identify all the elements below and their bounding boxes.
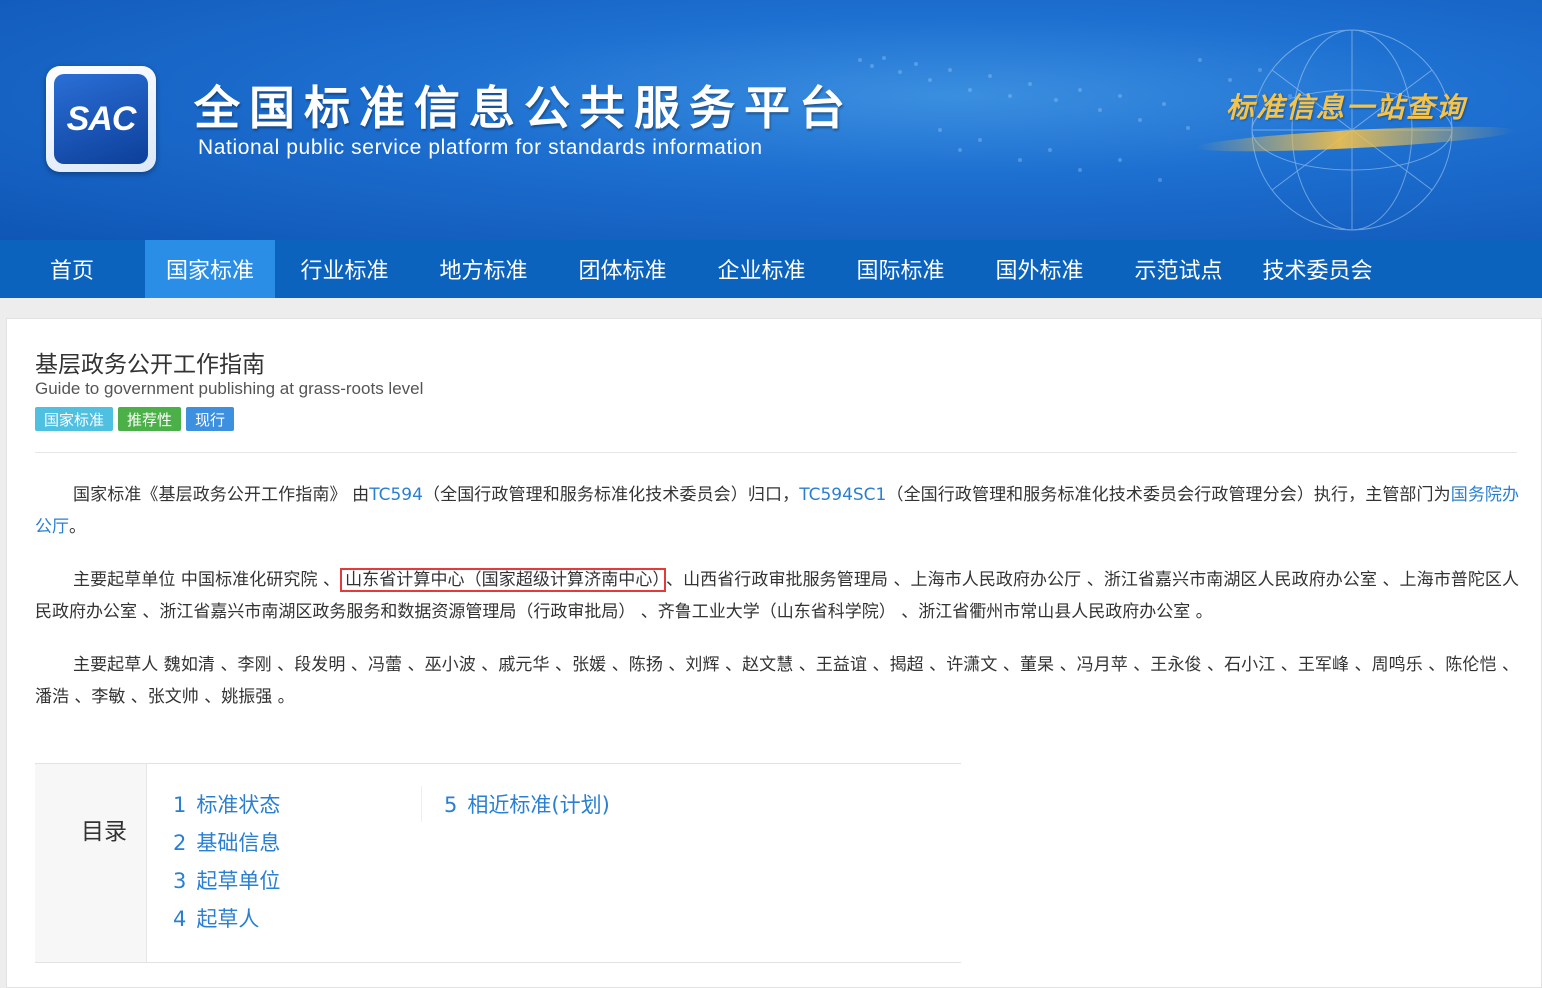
toc-item-label: 起草单位 <box>196 869 281 893</box>
nav-item-international-standards[interactable]: 国际标准 <box>831 240 970 298</box>
governance-text-2: （全国行政管理和服务标准化技术委员会）归口， <box>422 485 800 505</box>
link-tc594[interactable]: TC594 <box>369 485 423 505</box>
tag-recommended: 推荐性 <box>118 407 182 431</box>
standard-title: 基层政务公开工作指南 <box>35 352 265 378</box>
site-title: 全国标准信息公共服务平台 <box>194 81 854 135</box>
toc-item-label: 起草人 <box>196 907 260 931</box>
tag-current: 现行 <box>186 407 235 431</box>
toc-item-number: 3 <box>173 869 187 893</box>
main-nav: 首页 国家标准 行业标准 地方标准 团体标准 企业标准 国际标准 国外标准 示范… <box>0 240 1542 298</box>
toc-item-number: 4 <box>173 907 187 931</box>
toc-item-label: 基础信息 <box>196 831 281 855</box>
standard-tags: 国家标准 推荐性 现行 <box>35 407 235 431</box>
divider <box>35 452 1517 453</box>
paragraph-drafting-units: 主要起草单位 中国标准化研究院 、山东省计算中心（国家超级计算济南中心） 、山西省… <box>35 564 1519 628</box>
sac-logo-text: SAC <box>54 74 148 164</box>
site-subtitle: National public service platform for sta… <box>198 136 763 159</box>
toc-item-label: 相近标准(计划) <box>467 793 610 817</box>
toc-item-standard-status[interactable]: 1 标准状态 <box>173 786 280 824</box>
toc-column-1: 1 标准状态 2 基础信息 3 起草单位 4 起草人 <box>173 786 280 938</box>
nav-item-national-standards[interactable]: 国家标准 <box>145 240 275 298</box>
governance-text-3: （全国行政管理和服务标准化技术委员会行政管理分会）执行，主管部门为 <box>886 485 1451 505</box>
nav-item-pilot-demo[interactable]: 示范试点 <box>1109 240 1248 298</box>
highlighted-drafting-unit: 山东省计算中心（国家超级计算济南中心） <box>340 568 666 592</box>
nav-item-home[interactable]: 首页 <box>0 240 145 298</box>
nav-item-local-standards[interactable]: 地方标准 <box>414 240 553 298</box>
toc-item-number: 2 <box>173 831 187 855</box>
toc-item-drafters[interactable]: 4 起草人 <box>173 900 280 938</box>
toc-item-label: 标准状态 <box>196 793 281 817</box>
nav-item-enterprise-standards[interactable]: 企业标准 <box>692 240 831 298</box>
toc-item-number: 5 <box>444 793 458 817</box>
sac-logo[interactable]: SAC <box>46 66 156 172</box>
governance-text-1: 国家标准《基层政务公开工作指南》 由 <box>73 485 370 505</box>
standard-detail-card: 基层政务公开工作指南 Guide to government publishin… <box>6 318 1542 988</box>
nav-item-technical-committee[interactable]: 技术委员会 <box>1248 240 1387 298</box>
nav-item-foreign-standards[interactable]: 国外标准 <box>970 240 1109 298</box>
paragraph-governance: 国家标准《基层政务公开工作指南》 由TC594（全国行政管理和服务标准化技术委员… <box>35 479 1519 543</box>
nav-item-group-standards[interactable]: 团体标准 <box>553 240 692 298</box>
toc-item-number: 1 <box>173 793 187 817</box>
table-of-contents: 目录 1 标准状态 2 基础信息 3 起草单位 4 起草人 5 相近标准(计划) <box>35 763 961 963</box>
toc-item-basic-info[interactable]: 2 基础信息 <box>173 824 280 862</box>
toc-item-similar-standards[interactable]: 5 相近标准(计划) <box>444 786 610 824</box>
tag-national-standard: 国家标准 <box>35 407 114 431</box>
toc-item-drafting-units[interactable]: 3 起草单位 <box>173 862 280 900</box>
header-banner: SAC 全国标准信息公共服务平台 National public service… <box>0 0 1542 240</box>
governance-text-4: 。 <box>69 517 86 537</box>
standard-title-en: Guide to government publishing at grass-… <box>35 379 424 398</box>
toc-heading-panel: 目录 <box>35 764 147 962</box>
link-tc594sc1[interactable]: TC594SC1 <box>799 485 886 505</box>
toc-column-2: 5 相近标准(计划) <box>421 786 610 822</box>
toc-heading: 目录 <box>81 819 127 845</box>
site-slogan: 标准信息一站查询 <box>1226 91 1467 124</box>
nav-item-industry-standards[interactable]: 行业标准 <box>275 240 414 298</box>
drafting-units-prefix: 主要起草单位 中国标准化研究院 、 <box>73 570 341 590</box>
paragraph-drafters: 主要起草人 魏如清 、李刚 、段发明 、冯蕾 、巫小波 、戚元华 、张媛 、陈扬… <box>35 655 1519 707</box>
